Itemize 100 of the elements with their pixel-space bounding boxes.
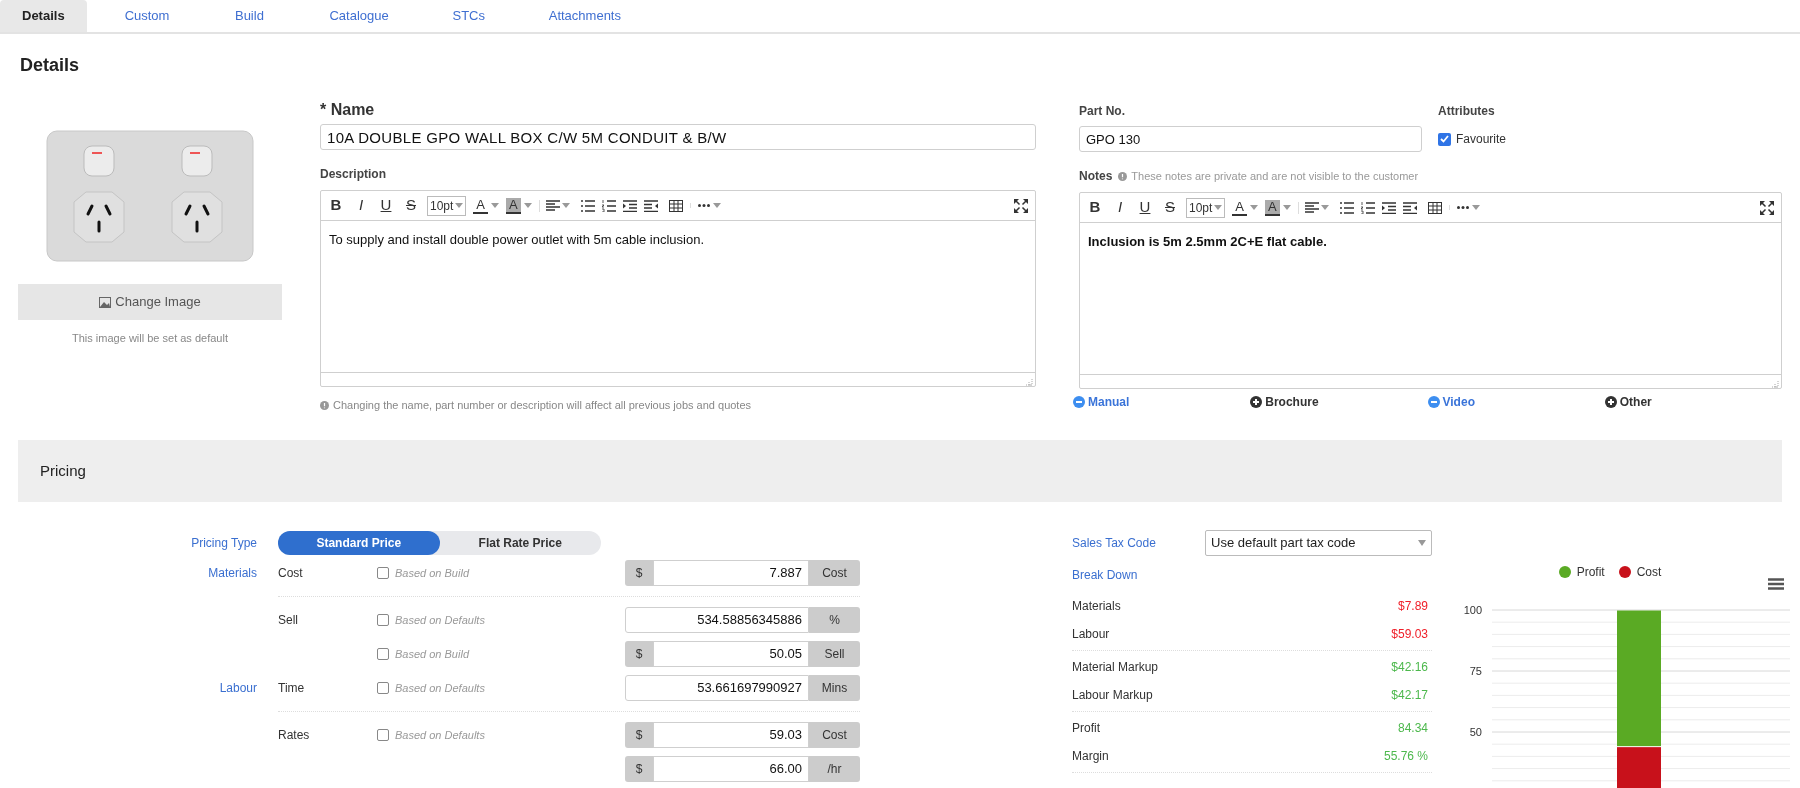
more-button[interactable] bbox=[689, 203, 721, 208]
section-heading: Details bbox=[19, 54, 81, 77]
plus-circle-icon bbox=[1250, 396, 1263, 408]
legend-label: Cost bbox=[1636, 564, 1662, 581]
value-field[interactable]: 534.58856345886 bbox=[625, 607, 809, 633]
row-label: Sell bbox=[278, 612, 299, 629]
format-button[interactable]: S bbox=[402, 194, 420, 217]
editor-text-area[interactable]: To supply and install double power outlet with 5m cable inclusion. bbox=[321, 221, 1035, 372]
checkbox[interactable] bbox=[377, 682, 389, 694]
editor-text-area[interactable]: Inclusion is 5m 2.5mm 2C+E flat cable. bbox=[1080, 223, 1781, 374]
font-size-dropdown[interactable]: 10pt bbox=[1186, 197, 1226, 218]
caret-icon bbox=[1282, 205, 1291, 210]
numbered-list-icon[interactable] bbox=[601, 199, 616, 212]
resize-handle-icon[interactable] bbox=[1025, 378, 1033, 386]
format-button[interactable]: I bbox=[352, 194, 370, 217]
indent-icon[interactable] bbox=[1381, 201, 1396, 214]
table-icon[interactable] bbox=[668, 199, 683, 212]
input-prefix: $ bbox=[625, 722, 653, 748]
tab[interactable]: Build bbox=[207, 0, 292, 32]
section-heading: Pricing bbox=[40, 460, 86, 481]
value-field[interactable]: 7.887 bbox=[653, 560, 809, 586]
outdent-icon[interactable] bbox=[1402, 201, 1417, 214]
caret-icon bbox=[1320, 205, 1329, 210]
format-button[interactable]: S bbox=[1161, 196, 1179, 219]
tab[interactable]: Custom bbox=[102, 0, 192, 32]
caret-icon bbox=[1418, 540, 1426, 546]
part-number-field[interactable]: GPO 130 bbox=[1079, 126, 1422, 152]
group-label: Materials bbox=[207, 565, 257, 582]
bullet-list-icon[interactable] bbox=[1339, 201, 1354, 214]
minus-circle-icon bbox=[1073, 396, 1085, 408]
caret-icon bbox=[712, 203, 721, 208]
value-field[interactable]: 66.00 bbox=[653, 756, 809, 782]
change-image-button[interactable]: Change Image bbox=[18, 284, 282, 320]
align-button[interactable] bbox=[538, 199, 570, 212]
fullscreen-icon[interactable] bbox=[1013, 197, 1029, 214]
attachment-link[interactable]: Video bbox=[1427, 393, 1605, 411]
more-icon bbox=[697, 204, 710, 207]
attachment-link[interactable]: Manual bbox=[1073, 393, 1251, 411]
input-suffix: Cost bbox=[809, 722, 860, 748]
input-suffix: Cost bbox=[809, 560, 860, 586]
breakdown-value: 55.76 % bbox=[1383, 748, 1428, 765]
bullet-list-icon[interactable] bbox=[580, 199, 595, 212]
table-icon[interactable] bbox=[1427, 201, 1442, 214]
input-prefix: $ bbox=[625, 560, 653, 586]
format-button[interactable]: B bbox=[327, 194, 345, 217]
field-label: Description bbox=[320, 166, 387, 183]
tax-code-dropdown[interactable]: Use default part tax code bbox=[1205, 530, 1432, 556]
caret-icon bbox=[523, 203, 532, 208]
breakdown-value: 84.34 bbox=[1397, 720, 1428, 737]
value-field[interactable]: 50.05 bbox=[653, 641, 809, 667]
format-button[interactable]: B bbox=[1086, 196, 1104, 219]
breakdown-label: Profit bbox=[1072, 720, 1100, 737]
align-button[interactable] bbox=[1297, 201, 1329, 214]
checkbox[interactable] bbox=[377, 729, 389, 741]
checkbox[interactable] bbox=[377, 614, 389, 626]
input-suffix: Sell bbox=[809, 641, 860, 667]
input-prefix: $ bbox=[625, 641, 653, 667]
indent-icon[interactable] bbox=[622, 199, 637, 212]
format-button[interactable]: I bbox=[1111, 196, 1129, 219]
font-size-dropdown[interactable]: 10pt bbox=[427, 195, 467, 216]
checkbox[interactable] bbox=[377, 648, 389, 660]
checkbox-label: Favourite bbox=[1456, 131, 1507, 148]
image-icon bbox=[99, 296, 112, 308]
format-button[interactable]: U bbox=[1136, 196, 1154, 219]
tab[interactable]: STCs bbox=[426, 0, 511, 32]
name-label: * Name bbox=[320, 100, 376, 120]
menu-icon[interactable] bbox=[1768, 578, 1784, 590]
breakdown-label: Material Markup bbox=[1072, 659, 1159, 676]
checkbox-label: Based on Defaults bbox=[395, 680, 485, 696]
numbered-list-icon[interactable] bbox=[1360, 201, 1375, 214]
attachment-link[interactable]: Brochure bbox=[1250, 393, 1428, 411]
checkbox[interactable] bbox=[1438, 132, 1451, 146]
tab[interactable]: Attachments bbox=[526, 0, 643, 32]
tab[interactable]: Details bbox=[0, 0, 87, 32]
outdent-icon[interactable] bbox=[643, 199, 658, 212]
text-color-button[interactable]: A bbox=[473, 197, 500, 214]
checkbox[interactable] bbox=[377, 567, 389, 579]
text-color-button[interactable]: A bbox=[1232, 199, 1259, 216]
group-label: Break Down bbox=[1072, 567, 1139, 584]
toggle-option[interactable]: Standard Price bbox=[278, 531, 440, 555]
attachment-link[interactable]: Other bbox=[1604, 393, 1782, 411]
align-left-icon bbox=[545, 199, 560, 212]
tab[interactable]: Catalogue bbox=[307, 0, 411, 32]
format-button[interactable]: U bbox=[377, 194, 395, 217]
group-label: Labour bbox=[218, 680, 257, 697]
fullscreen-icon[interactable] bbox=[1759, 199, 1775, 216]
caret-icon bbox=[1250, 205, 1259, 210]
caret-icon bbox=[491, 203, 500, 208]
field-label: Notes bbox=[1079, 168, 1113, 185]
value-field[interactable]: 59.03 bbox=[653, 722, 809, 748]
name-field[interactable]: 10A DOUBLE GPO WALL BOX C/W 5M CONDUIT & B/W bbox=[320, 124, 1036, 150]
row-label: Cost bbox=[278, 565, 304, 582]
value-field[interactable]: 53.661697990927 bbox=[625, 675, 809, 701]
info-icon bbox=[1118, 171, 1128, 181]
checkbox-label: Based on Build bbox=[395, 565, 469, 581]
checkbox-label: Based on Defaults bbox=[395, 727, 485, 743]
resize-handle-icon[interactable] bbox=[1771, 380, 1779, 388]
toggle-option[interactable]: Flat Rate Price bbox=[439, 531, 601, 555]
more-button[interactable] bbox=[1448, 205, 1480, 210]
caret-icon bbox=[1471, 205, 1480, 210]
